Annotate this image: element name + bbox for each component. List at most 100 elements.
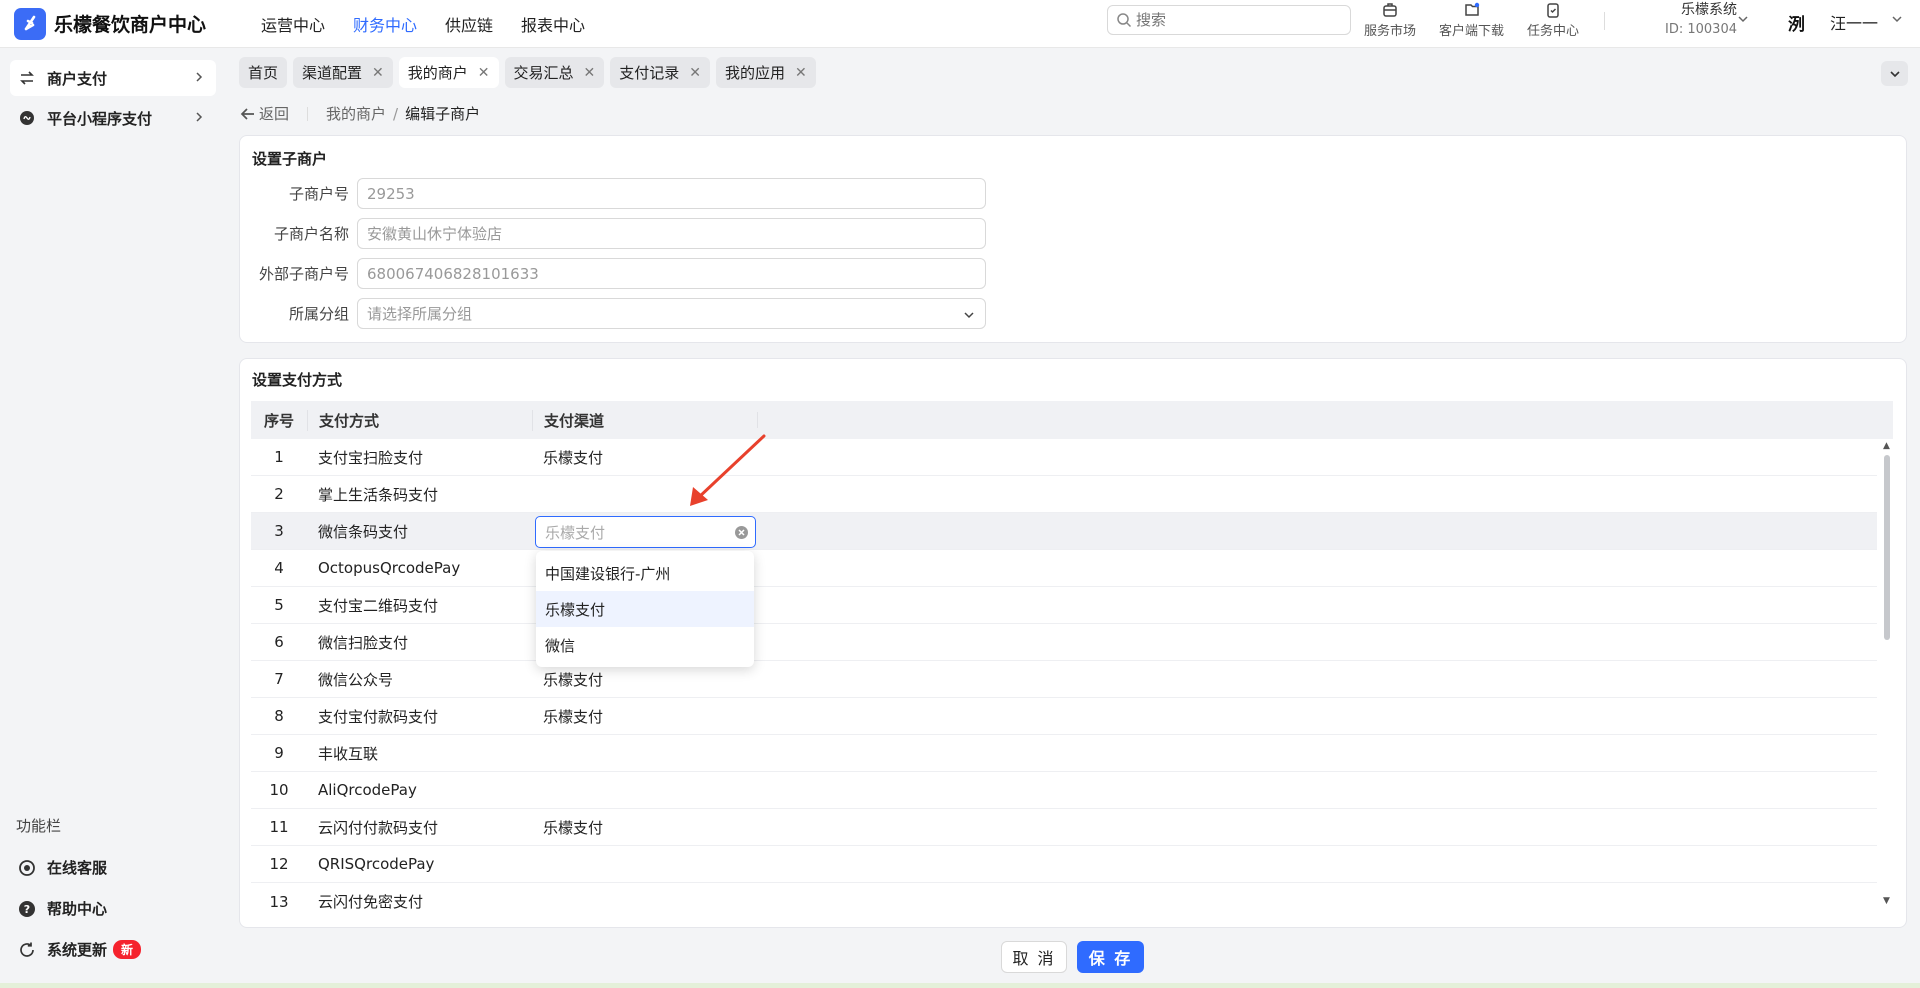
cell-channel[interactable]: 乐檬支付: [532, 817, 757, 838]
table-row-editing[interactable]: 3 微信条码支付: [251, 513, 1877, 550]
dropdown-option[interactable]: 中国建设银行-广州: [536, 555, 754, 591]
scroll-up-icon[interactable]: ▲: [1883, 441, 1890, 451]
page-tabs: 首页 渠道配置 ✕ 我的商户 ✕ 交易汇总 ✕ 支付记录 ✕ 我的应用 ✕: [239, 57, 822, 88]
cell-no: 8: [274, 707, 284, 725]
channel-select[interactable]: 乐檬支付: [535, 516, 756, 548]
group-select[interactable]: 请选择所属分组: [357, 298, 986, 329]
table-row[interactable]: 10 AliQrcodePay: [251, 772, 1877, 809]
cell-no: 3: [274, 522, 284, 540]
help-center-link[interactable]: ? 帮助中心: [18, 898, 107, 919]
cell-no: 11: [269, 818, 289, 836]
merchant-form-card: 设置子商户 子商户号 29253 子商户名称 安徽黄山休宁体验店 外部子商户号 …: [239, 135, 1907, 343]
breadcrumb-separator: /: [393, 104, 399, 123]
table-row[interactable]: 6 微信扫脸支付: [251, 624, 1877, 661]
close-icon[interactable]: ✕: [478, 65, 490, 81]
chevron-down-icon[interactable]: [1736, 12, 1750, 26]
logo[interactable]: 乐檬餐饮商户中心: [14, 7, 232, 40]
save-button[interactable]: 保 存: [1077, 941, 1144, 973]
table-row[interactable]: 7 微信公众号 乐檬支付: [251, 661, 1877, 698]
table-scrollbar[interactable]: ▲ ▼: [1881, 441, 1893, 908]
breadcrumb-parent[interactable]: 我的商户: [326, 103, 386, 124]
system-update-link[interactable]: 系统更新 新: [18, 939, 142, 960]
topnav-operations[interactable]: 运营中心: [261, 12, 325, 36]
tool-label: 客户端下载: [1439, 24, 1505, 39]
tab-payment-records[interactable]: 支付记录 ✕: [610, 57, 711, 88]
new-badge: 新: [113, 940, 142, 959]
table-row[interactable]: 2 掌上生活条码支付: [251, 476, 1877, 513]
close-icon[interactable]: ✕: [372, 65, 384, 81]
tool-task-center[interactable]: 任务中心: [1527, 1, 1579, 39]
headset-icon: [18, 859, 36, 877]
scrollbar-thumb[interactable]: [1884, 455, 1890, 640]
sidebar-item-merchant-pay[interactable]: 商户支付: [10, 60, 216, 96]
system-switcher[interactable]: 乐檬系统 ID: 100304: [1665, 1, 1737, 39]
table-row[interactable]: 9 丰收互联: [251, 735, 1877, 772]
cell-no: 10: [269, 781, 289, 799]
footer-label: 帮助中心: [47, 900, 108, 918]
form-row-sub-merchant-no: 子商户号 29253: [240, 178, 986, 209]
cell-method: 微信公众号: [318, 670, 394, 689]
table-header: 序号 支付方式 支付渠道: [251, 401, 1893, 439]
table-row[interactable]: 12 QRISQrcodePay: [251, 846, 1877, 883]
chevron-down-icon[interactable]: [1890, 12, 1904, 26]
close-icon[interactable]: ✕: [795, 65, 807, 81]
topnav-supply-chain[interactable]: 供应链: [445, 12, 493, 36]
topnav-finance[interactable]: 财务中心: [353, 12, 417, 36]
back-button[interactable]: 返回: [240, 103, 289, 124]
system-name: 乐檬系统: [1680, 2, 1737, 18]
user-name[interactable]: 汪一一: [1830, 10, 1878, 34]
exchange-icon: [18, 71, 36, 85]
tabs-expand-button[interactable]: [1881, 61, 1908, 86]
cancel-button[interactable]: 取 消: [1001, 941, 1067, 973]
tab-channel-config[interactable]: 渠道配置 ✕: [293, 57, 393, 88]
sub-merchant-no-field[interactable]: 29253: [357, 178, 986, 209]
top-bar: 乐檬餐饮商户中心 运营中心 财务中心 供应链 报表中心: [0, 0, 1920, 48]
field-label: 子商户号: [288, 185, 349, 203]
scroll-down-icon[interactable]: ▼: [1883, 896, 1890, 906]
tab-my-apps[interactable]: 我的应用 ✕: [716, 57, 816, 88]
brand-logo-icon: [14, 7, 46, 40]
search-box[interactable]: [1107, 5, 1351, 35]
cell-channel[interactable]: 乐檬支付: [532, 706, 757, 727]
external-merchant-no-field[interactable]: 680067406828101633: [357, 258, 986, 289]
table-row[interactable]: 5 支付宝二维码支付: [251, 587, 1877, 624]
topnav-reports[interactable]: 报表中心: [521, 12, 585, 36]
dropdown-option-selected[interactable]: 乐檬支付: [536, 591, 754, 627]
avatar[interactable]: 洌: [1788, 10, 1812, 35]
table-row[interactable]: 1 支付宝扫脸支付 乐檬支付: [251, 439, 1877, 476]
cell-no: 12: [269, 855, 289, 873]
svg-text:?: ?: [24, 903, 30, 916]
column-header-no: 序号: [263, 411, 294, 430]
tab-home[interactable]: 首页: [239, 57, 288, 88]
sidebar-item-label: 平台小程序支付: [47, 109, 153, 128]
form-row-group: 所属分组 请选择所属分组: [240, 298, 986, 329]
online-support-link[interactable]: 在线客服: [18, 857, 107, 878]
clipboard-icon: [1547, 3, 1559, 18]
column-divider: [757, 412, 758, 428]
section-title: 设置支付方式: [252, 371, 343, 389]
tab-transaction-summary[interactable]: 交易汇总 ✕: [504, 57, 605, 88]
close-icon[interactable]: ✕: [689, 65, 701, 81]
chevron-right-icon: [196, 72, 203, 82]
search-input[interactable]: [1136, 11, 1326, 29]
tool-client-download[interactable]: 客户端下载: [1439, 1, 1504, 39]
cell-method: 掌上生活条码支付: [318, 485, 439, 504]
column-header-channel: 支付渠道: [532, 409, 757, 431]
cloud-download-icon: [1464, 2, 1479, 16]
form-row-external-merchant-no: 外部子商户号 680067406828101633: [240, 258, 986, 289]
sub-merchant-name-field[interactable]: 安徽黄山休宁体验店: [357, 218, 986, 249]
table-row[interactable]: 11 云闪付付款码支付 乐檬支付: [251, 809, 1877, 846]
tool-service-market[interactable]: 服务市场: [1364, 1, 1416, 39]
cell-no: 1: [274, 448, 284, 466]
clear-icon[interactable]: [734, 525, 749, 540]
close-icon[interactable]: ✕: [584, 65, 596, 81]
cell-method: 微信扫脸支付: [318, 633, 409, 652]
tab-my-merchants[interactable]: 我的商户 ✕: [398, 57, 499, 88]
table-row[interactable]: 8 支付宝付款码支付 乐檬支付: [251, 698, 1877, 735]
dropdown-option[interactable]: 微信: [536, 627, 754, 663]
table-row[interactable]: 13 云闪付免密支付: [251, 883, 1877, 920]
tab-label: 支付记录: [619, 64, 680, 82]
table-row[interactable]: 4 OctopusQrcodePay: [251, 550, 1877, 587]
cell-channel[interactable]: 乐檬支付: [532, 669, 757, 690]
sidebar-item-mini-program-pay[interactable]: 平台小程序支付: [10, 100, 216, 136]
